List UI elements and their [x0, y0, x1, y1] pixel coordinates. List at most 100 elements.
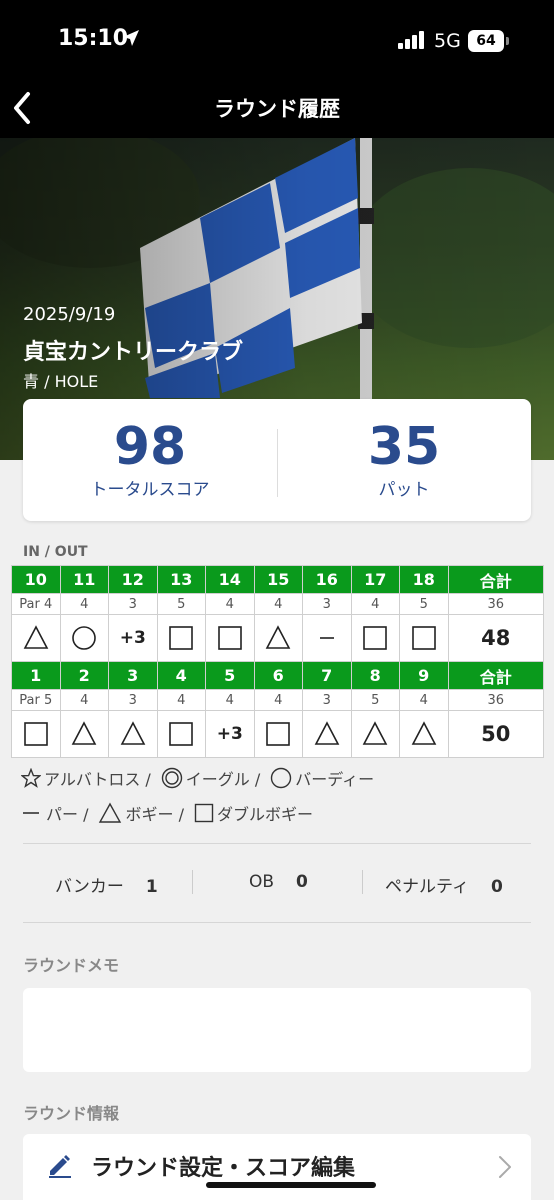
- hole-result: [156, 614, 206, 662]
- par-value: 5: [399, 593, 449, 615]
- legend-birdie: バーディー: [270, 766, 374, 790]
- hole-result: [205, 614, 255, 662]
- putts-value: 35: [367, 417, 441, 477]
- par-value: 4: [205, 689, 255, 711]
- top-bar: 15:10 5G 64 ラウンド履歴: [0, 0, 554, 138]
- penalty-stat: ペナルティ 0: [385, 877, 503, 897]
- in-out-label: IN / OUT: [23, 544, 88, 560]
- par-value: 4: [156, 689, 206, 711]
- hole-number: 12: [108, 565, 158, 594]
- result-row: +3 48: [11, 614, 544, 662]
- pencil-icon: [49, 1155, 71, 1178]
- putts-label: パット: [378, 480, 430, 500]
- par-value: 4: [59, 689, 109, 711]
- battery-icon: 64: [468, 30, 504, 52]
- par-value: 4: [399, 689, 449, 711]
- par-value: 3: [302, 689, 352, 711]
- par-dash-icon: [319, 637, 334, 639]
- signal-bars-icon: [398, 31, 424, 49]
- square-icon: [194, 803, 214, 823]
- hole-result: [108, 710, 158, 758]
- scorecard-out-table: 1 2 3 4 5 6 7 8 9 合計 Par 5 4 3 4 4 4 3 5 4 36 +3 50: [11, 661, 544, 758]
- hole-number: 10: [11, 565, 61, 594]
- double-bogey-square-icon: [169, 626, 194, 650]
- hole-result: [253, 710, 303, 758]
- par-value: 5: [156, 593, 206, 615]
- double-bogey-square-icon: [169, 722, 194, 746]
- page-title: ラウンド履歴: [214, 97, 340, 121]
- hole-number: 2: [59, 661, 109, 690]
- bogey-triangle-icon: [23, 625, 49, 649]
- total-header: 合計: [447, 565, 544, 594]
- total-header: 合計: [447, 661, 544, 690]
- double-bogey-square-icon: [411, 626, 436, 650]
- par-value: Par 5: [11, 689, 61, 711]
- hole-number: 4: [156, 661, 206, 690]
- bogey-triangle-icon: [314, 721, 340, 745]
- chevron-right-icon: [499, 1156, 511, 1178]
- par-value: Par 4: [11, 593, 61, 615]
- par-value: 5: [350, 689, 400, 711]
- total-score-value: 98: [113, 417, 187, 477]
- bogey-triangle-icon: [411, 721, 437, 745]
- total-score-label: トータルスコア: [90, 480, 210, 500]
- double-bogey-square-icon: [217, 626, 242, 650]
- par-total: 36: [447, 689, 544, 711]
- hole-result: [59, 710, 109, 758]
- hole-number: 17: [350, 565, 400, 594]
- memo-section-label: ラウンドメモ: [23, 956, 120, 975]
- score-total: 50: [447, 710, 544, 758]
- legend-double-bogey: ダブルボギー: [194, 801, 313, 825]
- par-row: Par 4 4 3 5 4 4 3 4 5 36: [11, 593, 544, 615]
- battery-nub: [506, 37, 509, 45]
- hole-result: [253, 614, 303, 662]
- hole-result: [302, 710, 352, 758]
- par-value: 4: [350, 593, 400, 615]
- hole-number-row: 10 11 12 13 14 15 16 17 18 合計: [11, 565, 544, 594]
- info-section-label: ラウンド情報: [23, 1104, 120, 1123]
- stat-divider: [362, 870, 363, 894]
- round-settings-edit-button[interactable]: ラウンド設定・スコア編集: [23, 1134, 531, 1200]
- hole-result: +3: [108, 614, 158, 662]
- bogey-triangle-icon: [71, 721, 97, 745]
- score-summary-card: 98 トータルスコア 35 パット: [23, 399, 531, 521]
- hole-number: 18: [399, 565, 449, 594]
- par-total: 36: [447, 593, 544, 615]
- hole-number: 15: [253, 565, 303, 594]
- double-circle-icon: [161, 767, 182, 789]
- legend-par: パー /: [21, 801, 88, 825]
- double-bogey-square-icon: [363, 626, 388, 650]
- hole-result: +3: [205, 710, 255, 758]
- location-arrow-icon: [123, 30, 139, 46]
- legend-row-1: アルバトロス / イーグル / バーディー: [21, 766, 384, 790]
- star-icon: [21, 768, 41, 788]
- home-indicator: [206, 1182, 376, 1188]
- scorecard-in-table: 10 11 12 13 14 15 16 17 18 合計 Par 4 4 3 5 4 4 3 4 5 36 +3 4…: [11, 565, 544, 662]
- putts-block: 35 パット: [277, 399, 531, 521]
- triangle-icon: [99, 802, 122, 823]
- hole-number: 16: [302, 565, 352, 594]
- par-value: 4: [59, 593, 109, 615]
- birdie-circle-icon: [72, 626, 97, 650]
- bunker-stat: バンカー 1: [55, 877, 158, 897]
- stat-divider: [192, 870, 193, 894]
- dash-icon: [23, 812, 39, 814]
- legend-bogey: ボギー /: [98, 801, 184, 825]
- hole-result: [11, 614, 61, 662]
- hole-number: 14: [205, 565, 255, 594]
- bogey-triangle-icon: [120, 721, 146, 745]
- hole-result: [302, 614, 352, 662]
- hole-result: [11, 710, 61, 758]
- divider: [23, 843, 531, 844]
- score-total: 48: [447, 614, 544, 662]
- hole-number: 5: [205, 661, 255, 690]
- hole-result: [399, 614, 449, 662]
- hole-result: [350, 614, 400, 662]
- result-row: +3 50: [11, 710, 544, 758]
- bogey-triangle-icon: [362, 721, 388, 745]
- hole-number: 1: [11, 661, 61, 690]
- course-name: 貞宝カントリークラブ: [23, 340, 244, 365]
- round-memo-box[interactable]: [23, 988, 531, 1072]
- total-score-block: 98 トータルスコア: [23, 399, 277, 521]
- hole-number: 13: [156, 565, 206, 594]
